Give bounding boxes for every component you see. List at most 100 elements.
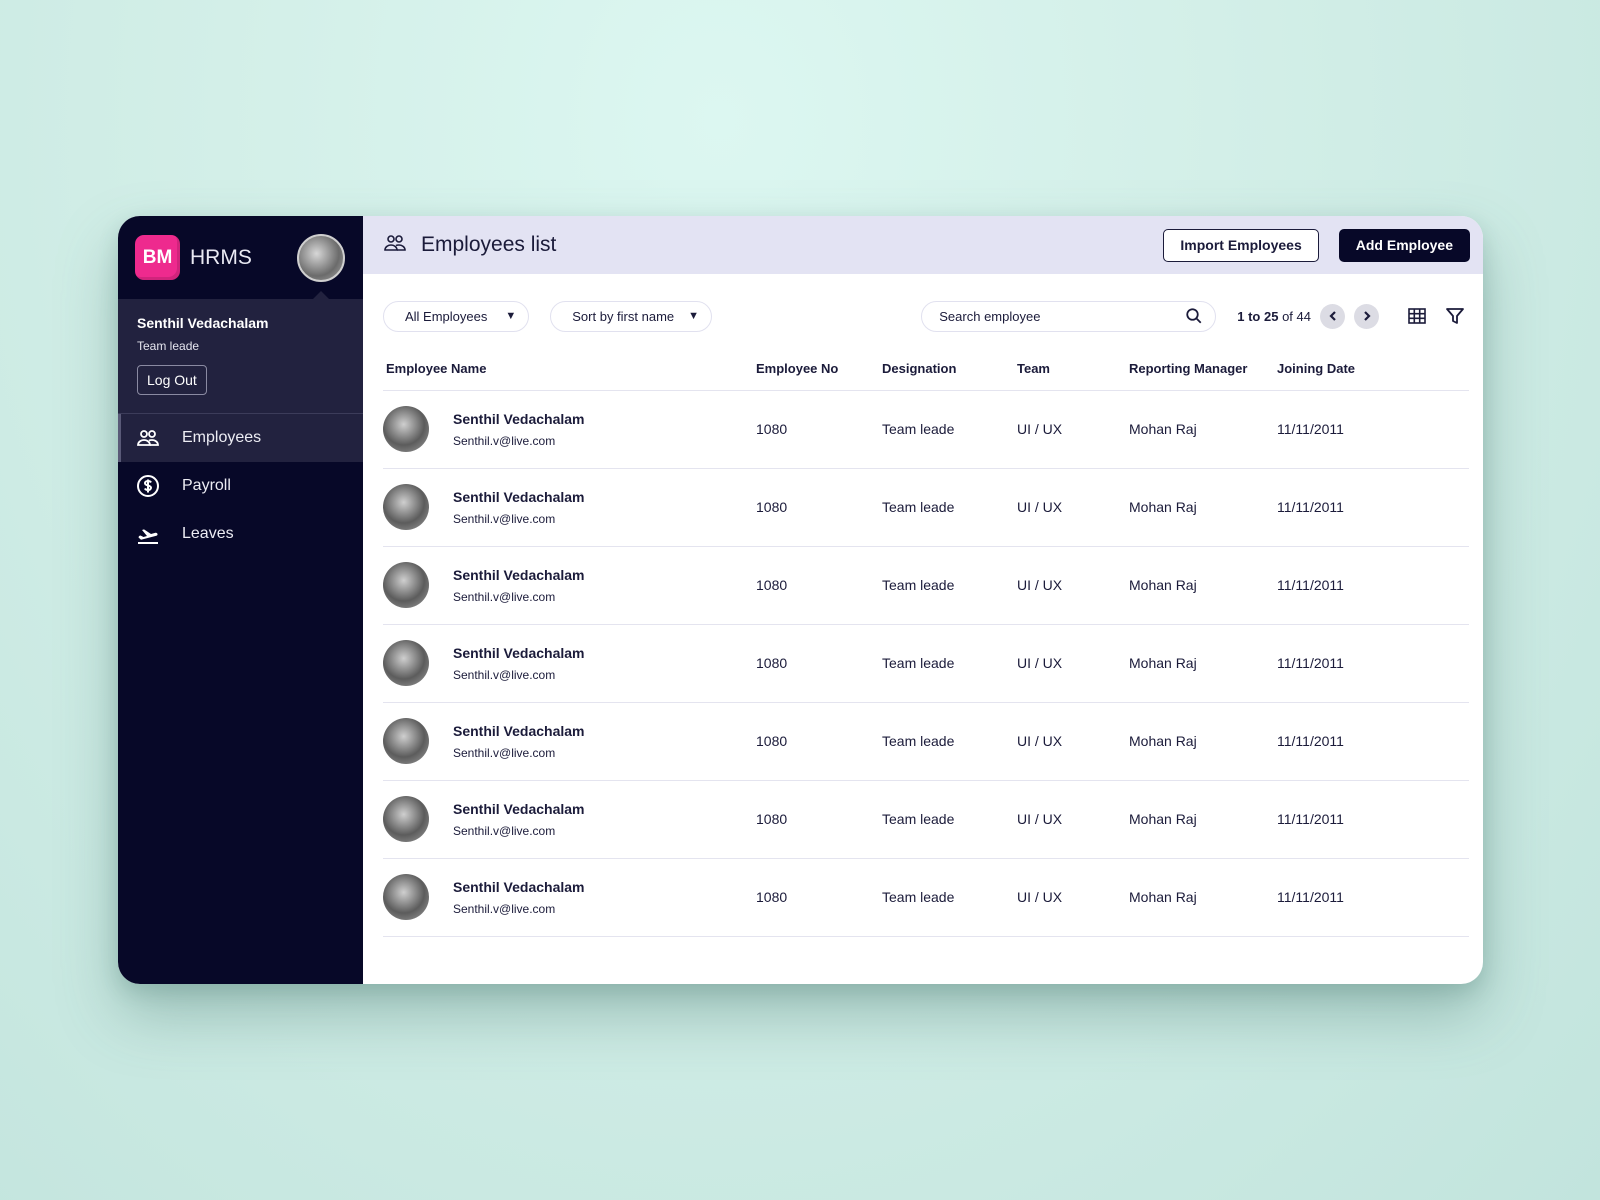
employee-cell: Senthil Vedachalam Senthil.v@live.com [383, 780, 753, 859]
reporting-manager: Mohan Raj [1126, 546, 1274, 625]
employee-name[interactable]: Senthil Vedachalam [453, 645, 585, 661]
plane-departure-icon [138, 529, 158, 544]
employee-no: 1080 [753, 624, 879, 703]
profile-role: Team leade [137, 339, 200, 353]
users-icon [137, 430, 159, 446]
employees-table: Employee Name Employee No Designation Te… [383, 348, 1469, 937]
team: UI / UX [1014, 546, 1126, 625]
employee-cell: Senthil Vedachalam Senthil.v@live.com [383, 624, 753, 703]
reporting-manager: Mohan Raj [1126, 624, 1274, 703]
joining-date: 11/11/2011 [1274, 390, 1469, 469]
add-employee-button[interactable]: Add Employee [1338, 228, 1470, 262]
employee-avatar [383, 640, 429, 686]
employee-email: Senthil.v@live.com [453, 823, 556, 838]
employee-name[interactable]: Senthil Vedachalam [453, 489, 585, 505]
employee-cell: Senthil Vedachalam Senthil.v@live.com [383, 468, 753, 547]
table-row[interactable]: Senthil Vedachalam Senthil.v@live.com 10… [383, 780, 1469, 859]
sort-select[interactable]: Sort by first name ▼ [550, 300, 713, 332]
employee-no: 1080 [753, 546, 879, 625]
team: UI / UX [1014, 390, 1126, 469]
employee-name[interactable]: Senthil Vedachalam [453, 723, 585, 739]
designation: Team leade [879, 390, 1014, 469]
table-row[interactable]: Senthil Vedachalam Senthil.v@live.com 10… [383, 468, 1469, 547]
joining-date: 11/11/2011 [1274, 546, 1469, 625]
user-avatar[interactable] [297, 233, 345, 282]
sidebar-item-label: Payroll [182, 477, 231, 494]
designation: Team leade [879, 702, 1014, 781]
employee-name[interactable]: Senthil Vedachalam [453, 801, 585, 817]
sidebar-item-label: Employees [182, 429, 262, 446]
reporting-manager: Mohan Raj [1126, 702, 1274, 781]
pagination-total: of 44 [1282, 308, 1311, 324]
employee-email: Senthil.v@live.com [453, 433, 556, 448]
app-logo: BM [135, 235, 180, 280]
profile-panel: Senthil Vedachalam Team leade Log Out [118, 299, 363, 414]
employee-name[interactable]: Senthil Vedachalam [453, 411, 585, 427]
table-row[interactable]: Senthil Vedachalam Senthil.v@live.com 10… [383, 390, 1469, 469]
page-header: Employees list Import Employees Add Empl… [363, 216, 1483, 274]
employee-name[interactable]: Senthil Vedachalam [453, 567, 585, 583]
column-header-employee-name[interactable]: Employee Name [383, 348, 753, 391]
designation: Team leade [879, 624, 1014, 703]
column-header-reporting-manager[interactable]: Reporting Manager [1126, 348, 1274, 391]
sort-value: Sort by first name [572, 308, 675, 324]
employee-cell: Senthil Vedachalam Senthil.v@live.com [383, 702, 753, 781]
employee-cell: Senthil Vedachalam Senthil.v@live.com [383, 546, 753, 625]
sidebar-header: BM HRMS [118, 216, 363, 299]
column-header-employee-no[interactable]: Employee No [753, 348, 879, 391]
app-name: HRMS [190, 245, 252, 269]
previous-page-button[interactable] [1320, 303, 1345, 329]
joining-date: 11/11/2011 [1274, 624, 1469, 703]
team: UI / UX [1014, 624, 1126, 703]
reporting-manager: Mohan Raj [1126, 858, 1274, 937]
logout-button[interactable]: Log Out [137, 365, 207, 395]
employee-avatar [383, 874, 429, 920]
sidebar-item-payroll[interactable]: Payroll [118, 462, 363, 510]
chevron-right-icon [1363, 311, 1371, 321]
employee-cell: Senthil Vedachalam Senthil.v@live.com [383, 390, 753, 469]
employee-no: 1080 [753, 390, 879, 469]
search-icon[interactable] [1185, 307, 1203, 325]
team: UI / UX [1014, 468, 1126, 547]
joining-date: 11/11/2011 [1274, 780, 1469, 859]
users-icon [383, 231, 407, 260]
table-row[interactable]: Senthil Vedachalam Senthil.v@live.com 10… [383, 858, 1469, 937]
designation: Team leade [879, 780, 1014, 859]
employee-email: Senthil.v@live.com [453, 901, 556, 916]
column-header-joining-date[interactable]: Joining Date [1274, 348, 1469, 391]
caret-down-icon: ▼ [688, 310, 700, 322]
designation: Team leade [879, 468, 1014, 547]
sidebar-item-leaves[interactable]: Leaves [118, 510, 363, 558]
import-employees-button[interactable]: Import Employees [1163, 228, 1319, 262]
joining-date: 11/11/2011 [1274, 468, 1469, 547]
employee-no: 1080 [753, 780, 879, 859]
grid-view-button[interactable] [1407, 306, 1427, 326]
employee-avatar [383, 796, 429, 842]
reporting-manager: Mohan Raj [1126, 468, 1274, 547]
team: UI / UX [1014, 702, 1126, 781]
employee-no: 1080 [753, 468, 879, 547]
list-toolbar: All Employees ▼ Sort by first name ▼ 1 t… [363, 274, 1483, 332]
column-header-designation[interactable]: Designation [879, 348, 1014, 391]
filter-value: All Employees [405, 308, 488, 324]
employee-filter-select[interactable]: All Employees ▼ [383, 300, 530, 332]
next-page-button[interactable] [1354, 303, 1379, 329]
employee-no: 1080 [753, 702, 879, 781]
table-row[interactable]: Senthil Vedachalam Senthil.v@live.com 10… [383, 546, 1469, 625]
team: UI / UX [1014, 780, 1126, 859]
employee-avatar [383, 406, 429, 452]
table-row[interactable]: Senthil Vedachalam Senthil.v@live.com 10… [383, 702, 1469, 781]
search-box [921, 300, 1217, 332]
table-header-row: Employee Name Employee No Designation Te… [383, 348, 1469, 391]
search-input[interactable] [939, 308, 1186, 324]
reporting-manager: Mohan Raj [1126, 780, 1274, 859]
column-header-team[interactable]: Team [1014, 348, 1126, 391]
employee-email: Senthil.v@live.com [453, 667, 556, 682]
pagination-range: 1 to 25 [1237, 308, 1279, 324]
table-row[interactable]: Senthil Vedachalam Senthil.v@live.com 10… [383, 624, 1469, 703]
team: UI / UX [1014, 858, 1126, 937]
joining-date: 11/11/2011 [1274, 858, 1469, 937]
filter-button[interactable] [1445, 306, 1465, 326]
sidebar-item-employees[interactable]: Employees [118, 414, 363, 462]
employee-name[interactable]: Senthil Vedachalam [453, 879, 585, 895]
